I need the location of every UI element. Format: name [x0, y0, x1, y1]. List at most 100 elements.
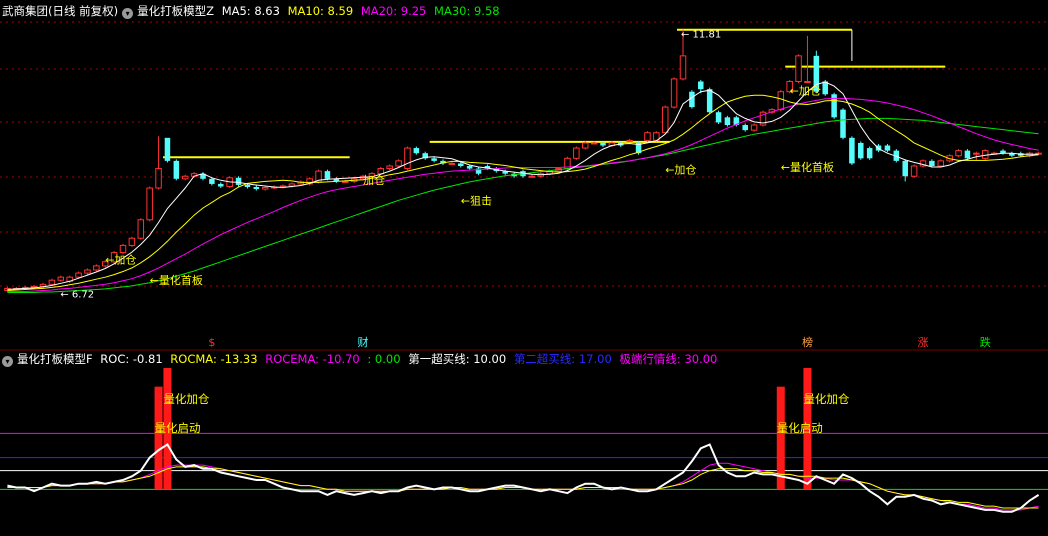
candle-body-up	[404, 147, 411, 170]
candle-body-down	[698, 81, 704, 90]
candle-body-down	[218, 183, 224, 187]
candle-body-up	[146, 187, 153, 221]
event-marker: 财	[358, 335, 369, 349]
high-price-label: ← 11.81	[681, 30, 721, 41]
candle-body-down	[600, 142, 606, 146]
candle-body-up	[626, 139, 633, 142]
stock-title: 武商集团(日线 前复权)	[2, 4, 119, 18]
candle-body-up	[341, 180, 349, 183]
candle-body-up	[288, 183, 296, 187]
candle-body-up	[155, 168, 162, 189]
ma30-value: MA30: 9.58	[434, 4, 500, 18]
candle-body-down	[431, 158, 437, 161]
zero-value: : 0.00	[367, 352, 401, 366]
candle-body-down	[902, 160, 908, 177]
signal-bar-label: 量化加仓	[163, 392, 209, 406]
candle-body-down	[884, 145, 891, 151]
indicator-name[interactable]: 量化打板模型Z	[137, 4, 214, 18]
candle-body-up	[670, 78, 678, 108]
signal-annotation: ←量化首板	[781, 160, 834, 174]
candle-body-up	[48, 279, 56, 285]
candle-body-up	[84, 269, 91, 274]
signal-bar-label: 量化加仓	[803, 392, 849, 406]
stock-chart[interactable]: ← 6.72← 11.81←加仓←量化首板加仓←狙击←加仓 ←量化首板←加仓 $ 财…	[0, 0, 1048, 536]
candle-body-down	[964, 150, 971, 159]
candle-body-down	[244, 184, 251, 188]
candle-body-up	[386, 165, 393, 170]
candle-body-up	[804, 80, 811, 83]
candle-body-down	[866, 148, 873, 159]
candle-body-down	[235, 177, 242, 185]
ma5-value: MA5: 8.63	[221, 4, 280, 18]
candle-body-up	[973, 152, 980, 155]
candle-body-up	[261, 187, 269, 190]
event-marker: $	[208, 336, 215, 349]
signal-annotation: ←加仓	[105, 252, 136, 266]
candle-body-down	[413, 148, 420, 154]
ma10-line	[7, 94, 1039, 291]
candle-body-up	[910, 165, 918, 177]
candle-body-down	[458, 163, 464, 166]
candle-body-down	[831, 94, 837, 118]
candle-body-up	[448, 162, 456, 165]
extreme-value: 极端行情线: 30.00	[619, 352, 718, 366]
candle-body-up	[137, 219, 145, 239]
candle-body-down	[840, 109, 846, 138]
oscillator-panel: 量化启动 量化加仓量化启动 量化加仓	[0, 368, 1048, 513]
low-price-label: ← 6.72	[60, 289, 94, 300]
candle-body-up	[661, 106, 669, 134]
settings-circle-icon[interactable]: ▾	[122, 8, 134, 19]
signal-annotation: 加仓	[363, 173, 385, 187]
settings-circle-icon[interactable]: ▾	[2, 356, 13, 367]
event-marker: 榜	[802, 335, 813, 349]
candle-body-up	[75, 272, 82, 278]
ma10-value: MA10: 8.59	[287, 4, 354, 18]
main-header: 武商集团(日线 前复权) ▾ 量化打板模型Z MA5: 8.63 MA10: 8.5…	[2, 3, 504, 19]
candle-body-up	[128, 237, 136, 246]
candle-body-up	[937, 160, 945, 167]
candle-body-up	[750, 124, 758, 131]
candle-body-up	[955, 150, 962, 157]
candle-body-down	[324, 171, 331, 179]
candle-body-up	[644, 132, 651, 141]
candle-body-down	[706, 89, 713, 113]
candle-body-up	[528, 175, 536, 178]
candle-body-up	[573, 147, 580, 159]
signal-annotation: ←狙击	[461, 194, 492, 207]
ma20-line	[7, 97, 1039, 292]
signal-bar-label: 量化启动	[777, 421, 823, 435]
event-markers: $ 财 榜 涨 跌	[208, 335, 990, 349]
rocma-value: ROCMA: -13.33	[170, 352, 258, 366]
sub-header: ▾ 量化打板模型F ROC: -0.81 ROCMA: -13.33 ROCEMA…	[2, 351, 721, 367]
candle-body-down	[715, 112, 722, 123]
candle-body-up	[377, 168, 385, 175]
candle-body-up	[679, 55, 687, 80]
candle-body-up	[181, 175, 189, 180]
candle-body-down	[173, 160, 180, 179]
candle-body-up	[57, 276, 65, 281]
ma5-line	[7, 81, 1039, 290]
moving-average-lines	[7, 81, 1039, 293]
ma20-value: MA20: 9.25	[360, 4, 427, 18]
candle-body-down	[253, 187, 260, 190]
candle-body-up	[777, 91, 785, 111]
buy2-value: 第二超买线: 17.00	[513, 352, 612, 366]
candle-body-down	[724, 117, 731, 126]
signal-annotation: ←量化首板	[150, 273, 203, 287]
sub-indicator-name[interactable]: 量化打板模型F	[17, 352, 93, 366]
candle-body-down	[929, 160, 935, 166]
candle-body-down	[849, 137, 855, 164]
candle-body-up	[93, 265, 100, 271]
candle-body-down	[742, 125, 748, 131]
rocema-value: ROCEMA: -10.70	[265, 352, 360, 366]
candle-body-down	[858, 142, 864, 159]
signal-annotation: ←加仓	[790, 83, 821, 97]
buy1-value: 第一超买线: 10.00	[408, 352, 507, 366]
signal-annotation: ←加仓	[665, 163, 696, 177]
signal-bar-label: 量化启动	[155, 421, 201, 435]
candle-body-up	[395, 160, 402, 167]
candle-body-up	[119, 244, 127, 254]
candle-body-up	[581, 142, 589, 149]
candle-body-down	[466, 166, 473, 169]
candle-body-down	[164, 137, 171, 161]
